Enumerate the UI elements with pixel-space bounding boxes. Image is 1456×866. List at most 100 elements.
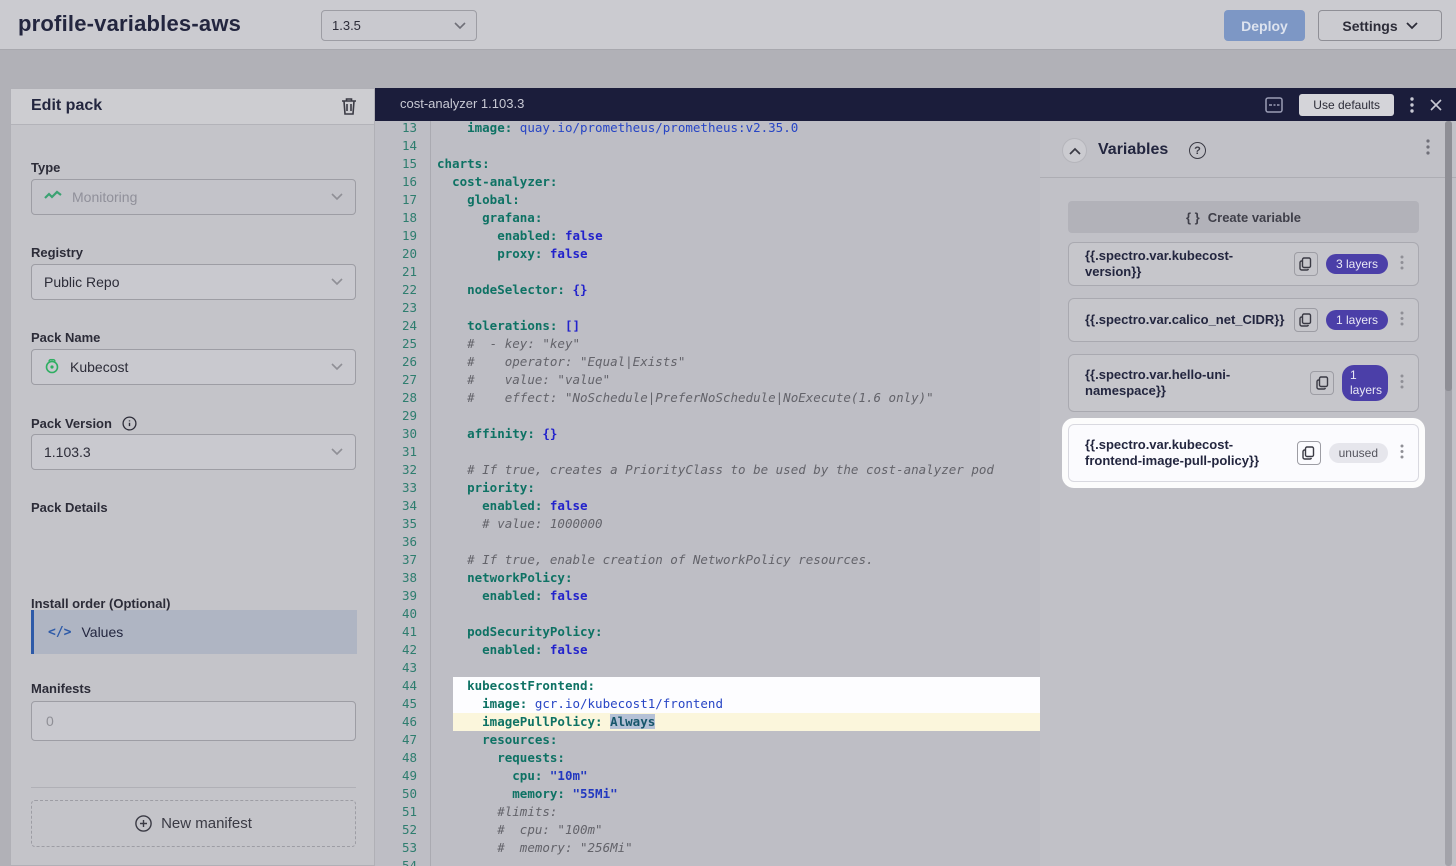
new-manifest-button[interactable]: New manifest	[31, 800, 356, 847]
variable-usage-badge: 3 layers	[1326, 254, 1388, 274]
copy-icon[interactable]	[1294, 252, 1318, 276]
line-content: # memory: "256Mi"	[417, 839, 633, 857]
copy-icon[interactable]	[1310, 371, 1334, 395]
line-number: 13	[375, 121, 417, 137]
line-content: # operator: "Equal|Exists"	[417, 353, 685, 371]
code-line: 26 # operator: "Equal|Exists"	[375, 353, 1040, 371]
line-number: 33	[375, 479, 417, 497]
line-content: affinity: {}	[417, 425, 557, 443]
line-number: 14	[375, 137, 417, 155]
line-content: # value: "value"	[417, 371, 610, 389]
line-number: 32	[375, 461, 417, 479]
line-content	[417, 407, 437, 425]
code-line: 38 networkPolicy:	[375, 569, 1040, 587]
settings-label: Settings	[1342, 18, 1397, 34]
registry-select[interactable]: Public Repo	[31, 264, 356, 300]
code-line: 23	[375, 299, 1040, 317]
code-line: 40	[375, 605, 1040, 623]
variable-kebab-icon[interactable]	[1396, 255, 1408, 273]
code-line: 33 priority:	[375, 479, 1040, 497]
create-variable-label: Create variable	[1208, 210, 1301, 225]
line-number: 18	[375, 209, 417, 227]
line-number: 29	[375, 407, 417, 425]
variable-kebab-icon[interactable]	[1396, 444, 1408, 462]
code-line: 47 resources:	[375, 731, 1040, 749]
variable-item[interactable]: {{.spectro.var.kubecost-version}} 3 laye…	[1068, 242, 1419, 286]
line-content	[417, 533, 437, 551]
type-value: Monitoring	[72, 189, 321, 205]
variables-divider	[1040, 177, 1456, 178]
code-line: 16 cost-analyzer:	[375, 173, 1040, 191]
code-line: 28 # effect: "NoSchedule|PreferNoSchedul…	[375, 389, 1040, 407]
variable-kebab-icon[interactable]	[1396, 311, 1408, 329]
top-header: profile-variables-aws 1.3.5 Deploy Setti…	[0, 0, 1456, 50]
line-content: cpu: "10m"	[417, 767, 588, 785]
create-variable-button[interactable]: { } Create variable	[1068, 201, 1419, 233]
code-line: 32 # If true, creates a PriorityClass to…	[375, 461, 1040, 479]
variable-usage-badge: 1 layers	[1326, 310, 1388, 330]
variables-list: {{.spectro.var.kubecost-version}} 3 laye…	[1068, 242, 1419, 494]
code-line: 44 kubecostFrontend:	[375, 677, 1040, 695]
line-number: 52	[375, 821, 417, 839]
install-order-label: Install order (Optional)	[31, 596, 170, 611]
pack-version-select[interactable]: 1.103.3	[31, 434, 356, 470]
line-content: global:	[417, 191, 520, 209]
line-number: 15	[375, 155, 417, 173]
delete-pack-icon[interactable]	[338, 96, 360, 118]
line-content: memory: "55Mi"	[417, 785, 618, 803]
scrollbar-thumb[interactable]	[1445, 121, 1452, 391]
help-icon[interactable]: ?	[1189, 142, 1206, 159]
code-line: 24 tolerations: []	[375, 317, 1040, 335]
line-number: 53	[375, 839, 417, 857]
line-number: 20	[375, 245, 417, 263]
variable-name: {{.spectro.var.kubecost-frontend-image-p…	[1085, 437, 1289, 469]
code-line: 34 enabled: false	[375, 497, 1040, 515]
code-line: 19 enabled: false	[375, 227, 1040, 245]
close-icon[interactable]	[1430, 99, 1442, 111]
install-order-input[interactable]	[31, 701, 356, 741]
variable-item[interactable]: {{.spectro.var.kubecost-frontend-image-p…	[1068, 424, 1419, 482]
code-line: 49 cpu: "10m"	[375, 767, 1040, 785]
variable-kebab-icon[interactable]	[1396, 374, 1408, 392]
line-content: grafana:	[417, 209, 542, 227]
variable-item[interactable]: {{.spectro.var.calico_net_CIDR}} 1 layer…	[1068, 298, 1419, 342]
line-content	[417, 263, 437, 281]
line-content: enabled: false	[417, 497, 588, 515]
settings-button[interactable]: Settings	[1318, 10, 1442, 41]
line-content: image: quay.io/prometheus/prometheus:v2.…	[417, 121, 798, 137]
variables-title: Variables	[1098, 141, 1168, 159]
code-line: 46 imagePullPolicy: Always	[375, 713, 1040, 731]
line-number: 44	[375, 677, 417, 695]
pack-details-values-tab[interactable]: </> Values	[31, 610, 357, 654]
collapse-panel-icon[interactable]	[1062, 138, 1087, 163]
pack-version-label: Pack Version	[31, 416, 137, 431]
profile-version-select[interactable]: 1.3.5	[321, 10, 477, 41]
editor-kebab-icon[interactable]	[1410, 97, 1414, 113]
variable-item[interactable]: {{.spectro.var.hello-uni-namespace}} 1 l…	[1068, 354, 1419, 412]
line-content: # cpu: "100m"	[417, 821, 603, 839]
copy-icon[interactable]	[1297, 441, 1321, 465]
use-defaults-button[interactable]: Use defaults	[1299, 94, 1394, 116]
pack-name-select[interactable]: Kubecost	[31, 349, 356, 385]
variables-kebab-icon[interactable]	[1426, 139, 1430, 155]
line-number: 30	[375, 425, 417, 443]
type-select: Monitoring	[31, 179, 356, 215]
line-number: 31	[375, 443, 417, 461]
kubecost-logo-icon	[44, 358, 60, 377]
code-line: 27 # value: "value"	[375, 371, 1040, 389]
line-content: charts:	[417, 155, 490, 173]
line-number: 50	[375, 785, 417, 803]
chevron-down-icon	[331, 448, 343, 456]
line-content: imagePullPolicy: Always	[417, 713, 655, 731]
copy-icon[interactable]	[1294, 308, 1318, 332]
line-content	[417, 443, 437, 461]
chevron-down-icon	[331, 278, 343, 286]
line-number: 22	[375, 281, 417, 299]
code-line: 14	[375, 137, 1040, 155]
code-line: 43	[375, 659, 1040, 677]
new-manifest-label: New manifest	[161, 815, 252, 832]
code-line: 30 affinity: {}	[375, 425, 1040, 443]
deploy-button[interactable]: Deploy	[1224, 10, 1305, 41]
yaml-editor[interactable]: 13 image: quay.io/prometheus/prometheus:…	[375, 121, 1040, 866]
split-view-icon[interactable]	[1265, 97, 1283, 113]
